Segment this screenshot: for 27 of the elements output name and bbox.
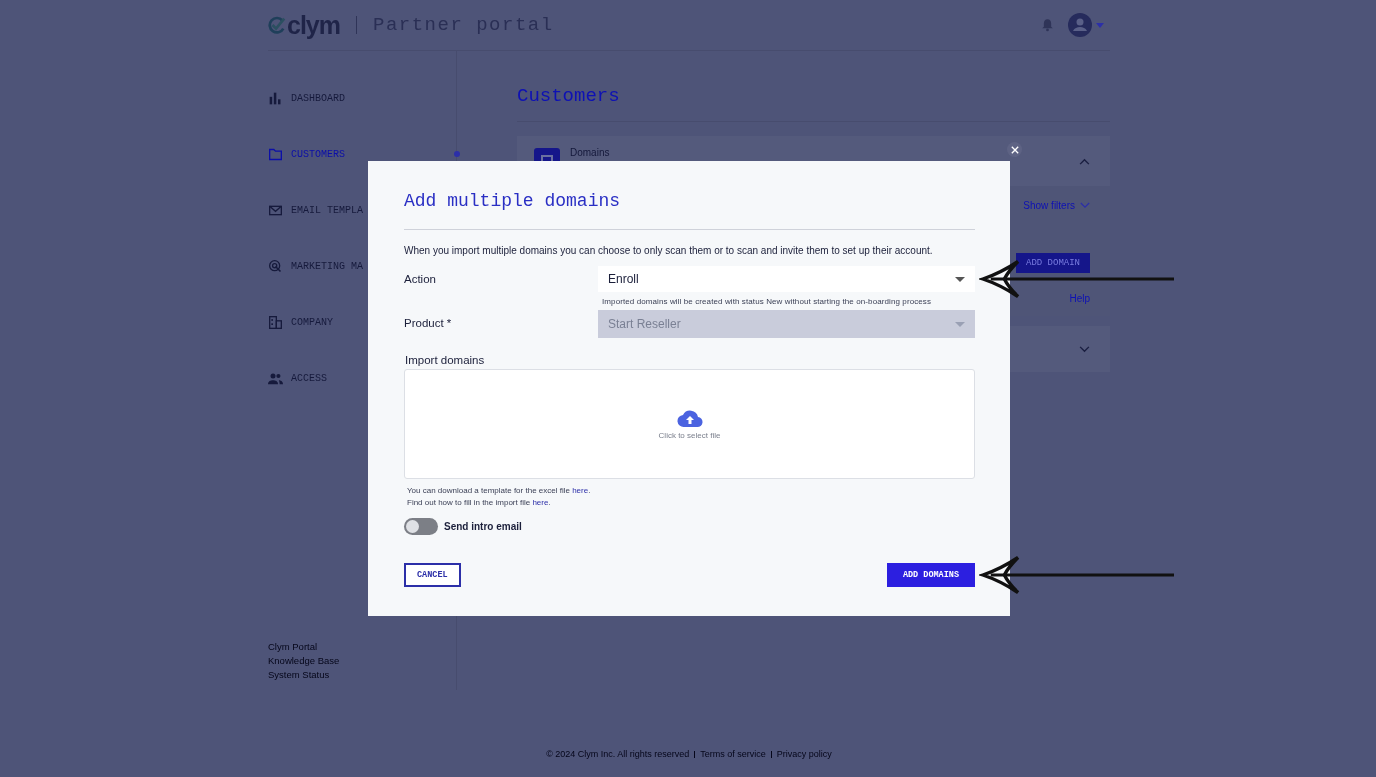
dropzone-text: Click to select file <box>658 431 721 440</box>
page-title: Customers <box>517 85 1110 122</box>
sidebar-link[interactable]: System Status <box>268 669 456 680</box>
help-note: Find out how to fill in the import file here. <box>407 497 552 508</box>
copyright-text: © 2024 Clym Inc. All rights reserved <box>546 749 690 759</box>
dialog-title: Add multiple domains <box>404 191 975 230</box>
footer-link[interactable]: Privacy policy <box>776 749 832 759</box>
field-label: Action <box>404 272 437 285</box>
add-domain-button[interactable]: ADD DOMAIN <box>1016 253 1090 273</box>
select-field: Start Reseller <box>598 310 975 338</box>
toggle-label: Send intro email <box>444 521 522 532</box>
dialog-description: When you import multiple domains you can choose to only scan them or to scan and invite them to set up their account. <box>404 245 934 256</box>
show-filters-link[interactable]: Show filters <box>1023 200 1090 211</box>
nav-item[interactable]: CUSTOMERS <box>268 126 456 182</box>
file-dropzone[interactable]: Click to select file <box>404 369 975 479</box>
help-link[interactable]: Help <box>1069 293 1090 304</box>
field-label: Product * <box>404 316 453 329</box>
field-label: Import domains <box>405 354 486 366</box>
footer-link[interactable]: Terms of service <box>700 749 766 759</box>
add-domains-button[interactable]: ADD DOMAINS <box>886 563 975 587</box>
panel-title: Domains <box>570 147 610 158</box>
sidebar-link[interactable]: Knowledge Base <box>268 655 456 666</box>
field-hint: Imported domains will be created with status New without starting the on-boarding process <box>601 296 933 306</box>
cancel-button[interactable]: CANCEL <box>404 563 461 587</box>
nav-item[interactable]: DASHBOARD <box>268 70 456 126</box>
sidebar-link[interactable]: Clym Portal <box>268 641 456 652</box>
help-note: You can download a template for the excel file here. <box>407 485 592 496</box>
